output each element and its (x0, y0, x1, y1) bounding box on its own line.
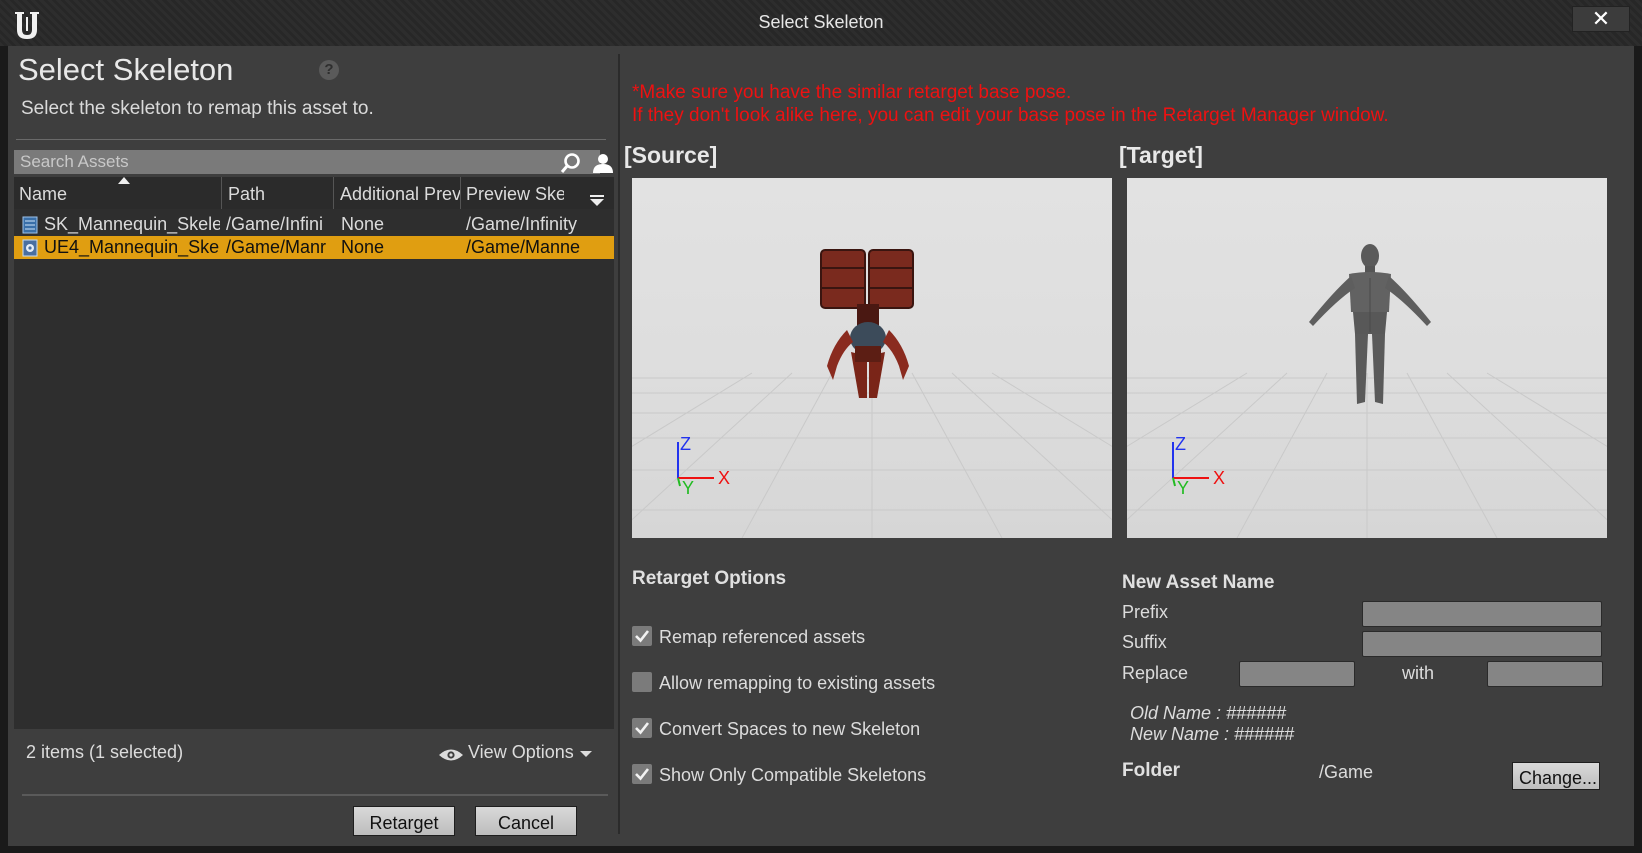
option-label: Remap referenced assets (659, 627, 866, 647)
axis-x-label: X (718, 468, 731, 488)
prefix-input[interactable] (1362, 601, 1602, 627)
search-input[interactable] (14, 150, 600, 174)
axis-y-label: Y (1177, 478, 1190, 498)
replace-input[interactable] (1239, 661, 1355, 687)
source-viewport[interactable]: Z X Y (632, 178, 1112, 538)
suffix-input[interactable] (1362, 631, 1602, 657)
source-label: [Source] (624, 142, 718, 168)
column-menu-line (590, 195, 604, 197)
new-name-preview: New Name : ###### (1130, 724, 1295, 744)
convert-spaces-checkbox[interactable] (632, 718, 652, 738)
allow-remapping-existing-checkbox[interactable] (632, 672, 652, 692)
new-asset-name-title: New Asset Name (1122, 572, 1275, 593)
suffix-label: Suffix (1122, 632, 1167, 652)
eye-icon (438, 746, 464, 761)
row-path: /Game/Manr (226, 237, 327, 257)
column-header-name[interactable]: Name (19, 181, 219, 207)
change-folder-button[interactable]: Change... (1512, 762, 1600, 790)
remap-referenced-assets-checkbox[interactable] (632, 626, 652, 646)
close-button[interactable]: ✕ (1572, 6, 1630, 32)
column-header-preview-skeleton[interactable]: Preview Skel (466, 181, 564, 207)
row-additional-preview: None (341, 214, 385, 234)
cancel-button[interactable]: Cancel (475, 806, 577, 836)
folder-path: /Game (1319, 762, 1374, 782)
user-filter-icon[interactable] (592, 152, 614, 174)
asset-table-header: Name Path Additional Previ Preview Skel (14, 177, 614, 209)
row-preview-skeleton: /Game/Manne (466, 237, 581, 257)
sort-ascending-icon (118, 177, 130, 184)
row-path: /Game/Infini (226, 214, 324, 234)
skeleton-asset-icon (22, 239, 38, 257)
help-icon[interactable]: ? (319, 60, 339, 80)
target-mannequin-model (1309, 244, 1431, 404)
option-label: Show Only Compatible Skeletons (659, 765, 927, 785)
asset-list: SK_Mannequin_Skeleto /Game/Infini None /… (14, 209, 614, 729)
column-header-path[interactable]: Path (228, 181, 328, 207)
warning-text-line-2: If they don't look alike here, you can e… (632, 105, 1389, 126)
warning-text-line-1: *Make sure you have the similar retarget… (632, 82, 1072, 103)
prefix-label: Prefix (1122, 602, 1169, 622)
checkmark-icon (635, 722, 650, 735)
target-label: [Target] (1119, 142, 1203, 168)
column-divider[interactable] (333, 177, 334, 209)
chevron-down-icon (580, 751, 592, 757)
view-options-label: View Options (468, 742, 574, 762)
row-additional-preview: None (341, 237, 385, 257)
replace-label: Replace (1122, 663, 1189, 683)
with-label: with (1402, 663, 1435, 683)
axis-z-label: Z (680, 434, 691, 454)
column-divider[interactable] (221, 177, 222, 209)
skeleton-asset-icon (22, 216, 38, 234)
checkmark-icon (635, 630, 650, 643)
checkmark-icon (635, 768, 650, 781)
panel-heading: Select Skeleton (18, 52, 234, 87)
item-count-status: 2 items (1 selected) (26, 742, 184, 762)
retarget-options-title: Retarget Options (632, 568, 787, 589)
row-name: UE4_Mannequin_Skele (44, 237, 220, 257)
target-viewport[interactable]: Z X Y (1127, 178, 1607, 538)
column-header-additional-preview[interactable]: Additional Previ (340, 181, 460, 207)
panel-splitter[interactable] (618, 54, 620, 834)
axis-x-label: X (1213, 468, 1226, 488)
divider (22, 794, 608, 796)
with-input[interactable] (1487, 661, 1603, 687)
axis-y-label: Y (682, 478, 695, 498)
column-divider[interactable] (460, 177, 461, 209)
column-options-icon[interactable] (590, 199, 604, 206)
divider (16, 139, 606, 140)
retarget-button[interactable]: Retarget (353, 806, 455, 836)
title-bar[interactable]: Select Skeleton ✕ (0, 0, 1642, 46)
axis-z-label: Z (1175, 434, 1186, 454)
show-compatible-skeletons-checkbox[interactable] (632, 764, 652, 784)
window-title: Select Skeleton (758, 12, 884, 32)
close-icon: ✕ (1591, 6, 1611, 31)
row-preview-skeleton: /Game/Infinity (466, 214, 578, 234)
row-name: SK_Mannequin_Skeleto (44, 214, 220, 234)
search-icon[interactable] (560, 152, 582, 174)
option-label: Convert Spaces to new Skeleton (659, 719, 921, 739)
old-name-preview: Old Name : ###### (1130, 703, 1287, 723)
table-row-selected[interactable]: UE4_Mannequin_Skele /Game/Manr None /Gam… (14, 236, 614, 259)
option-label: Allow remapping to existing assets (659, 673, 936, 693)
source-character-model (820, 249, 914, 398)
folder-label: Folder (1122, 760, 1181, 781)
skeleton-picker-panel: Select Skeleton ? Select the skeleton to… (8, 46, 618, 846)
panel-subheading: Select the skeleton to remap this asset … (21, 98, 374, 119)
table-row[interactable]: SK_Mannequin_Skeleto /Game/Infini None /… (14, 213, 614, 236)
